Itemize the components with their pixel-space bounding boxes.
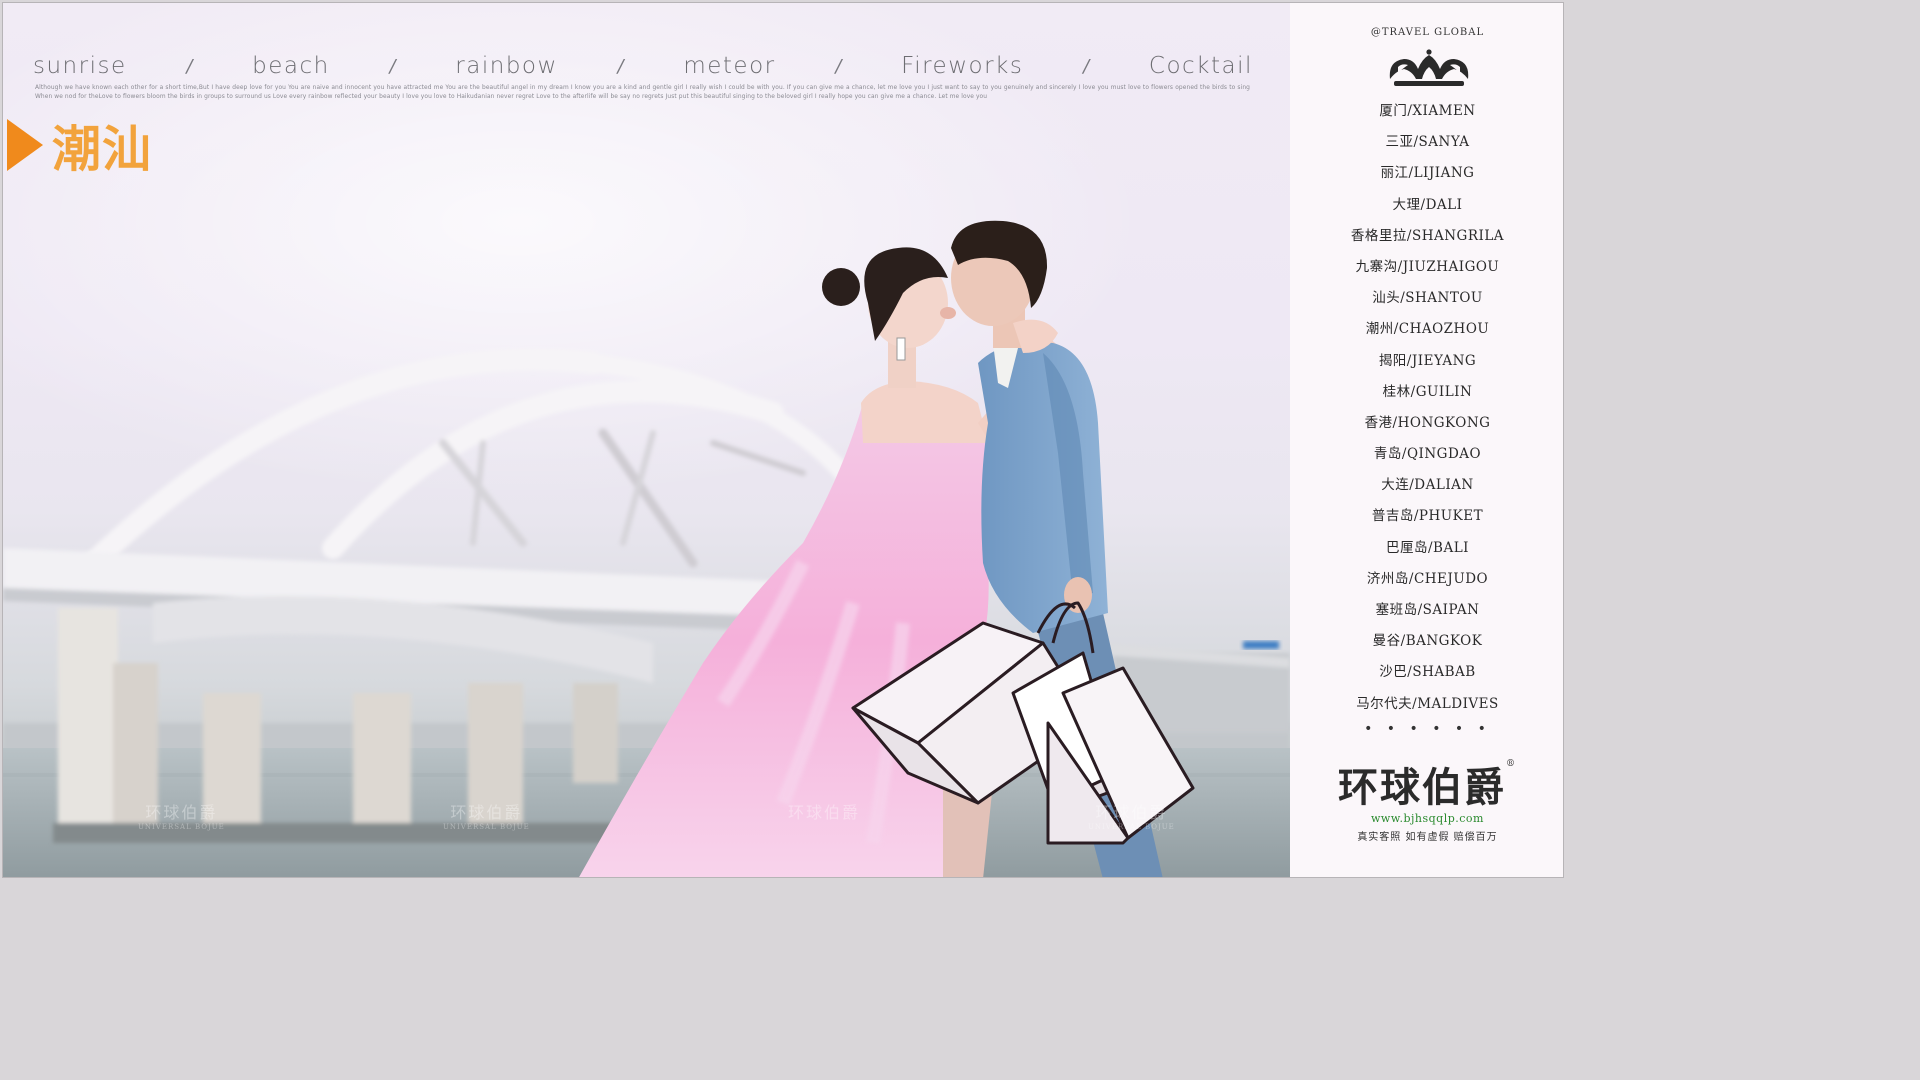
destination-item[interactable]: 厦门/XIAMEN xyxy=(1290,96,1563,127)
destination-item[interactable]: 丽江/LIJIANG xyxy=(1290,158,1563,189)
nav-separator: / xyxy=(186,55,193,77)
nav-separator: / xyxy=(389,55,396,77)
nav-item-sunrise[interactable]: sunrise xyxy=(33,53,127,79)
play-triangle-icon xyxy=(7,119,43,171)
destination-item[interactable]: 香港/HONGKONG xyxy=(1290,408,1563,439)
nav-item-beach[interactable]: beach xyxy=(252,53,330,79)
destination-list: 厦门/XIAMEN 三亚/SANYA 丽江/LIJIANG 大理/DALI 香格… xyxy=(1290,96,1563,720)
nav-item-fireworks[interactable]: Fireworks xyxy=(901,53,1023,79)
brand-name-text: 环球伯爵 xyxy=(1338,764,1506,811)
destination-item[interactable]: 九寨沟/JIUZHAIGOU xyxy=(1290,252,1563,283)
brand-slogan: 真实客照 如有虚假 赔偿百万 xyxy=(1357,832,1498,843)
watermark-cn: 环球伯爵 xyxy=(1095,803,1168,822)
destination-item[interactable]: 济州岛/CHEJUDO xyxy=(1290,564,1563,595)
nav-separator: / xyxy=(835,55,842,77)
location-title: 潮汕 xyxy=(52,120,153,178)
destination-item[interactable]: 沙巴/SHABAB xyxy=(1290,657,1563,688)
destination-item[interactable]: 三亚/SANYA xyxy=(1290,127,1563,158)
watermark-en: UNIVERSAL BOJUE xyxy=(443,823,530,831)
location-heading: 潮汕 xyxy=(7,115,152,178)
destination-sidebar: @TRAVEL GLOBAL 厦门/XIAMEN 三亚/SANYA 丽江/LIJ… xyxy=(1290,3,1563,877)
more-dots: • • • • • • xyxy=(1364,721,1491,737)
style-nav: sunrise / beach / rainbow / meteor / Fir… xyxy=(33,49,1253,83)
watermark-en: UNIVERSAL BOJUE xyxy=(138,823,225,831)
destination-item[interactable]: 大连/DALIAN xyxy=(1290,470,1563,501)
nav-separator: / xyxy=(1083,55,1090,77)
destination-item[interactable]: 曼谷/BANGKOK xyxy=(1290,626,1563,657)
destination-item[interactable]: 潮州/CHAOZHOU xyxy=(1290,314,1563,345)
watermark-cn: 环球伯爵 xyxy=(450,803,523,822)
destination-item[interactable]: 香格里拉/SHANGRILA xyxy=(1290,221,1563,252)
destination-item[interactable]: 塞班岛/SAIPAN xyxy=(1290,595,1563,626)
travel-global-label: @TRAVEL GLOBAL xyxy=(1370,27,1485,38)
nav-item-cocktail[interactable]: Cocktail xyxy=(1149,53,1253,79)
watermark: 环球伯爵 UNIVERSAL BOJUE xyxy=(1088,799,1175,831)
poster-frame: sunrise / beach / rainbow / meteor / Fir… xyxy=(2,2,1564,878)
destination-item[interactable]: 巴厘岛/BALI xyxy=(1290,533,1563,564)
destination-item[interactable]: 揭阳/JIEYANG xyxy=(1290,346,1563,377)
watermark: 环球伯爵 UNIVERSAL BOJUE xyxy=(443,799,530,831)
watermark-cn: 环球伯爵 xyxy=(145,803,218,822)
nav-item-rainbow[interactable]: rainbow xyxy=(455,53,558,79)
watermark: 环球伯爵 UNIVERSAL BOJUE xyxy=(138,799,225,831)
brand-name: 环球伯爵® xyxy=(1290,755,1563,813)
registered-mark: ® xyxy=(1506,759,1517,769)
destination-item[interactable]: 大理/DALI xyxy=(1290,190,1563,221)
photo-scene xyxy=(3,220,1290,877)
nav-item-meteor[interactable]: meteor xyxy=(683,53,775,79)
crown-logo-icon xyxy=(1389,49,1469,86)
destination-item[interactable]: 青岛/QINGDAO xyxy=(1290,439,1563,470)
watermark-en: UNIVERSAL BOJUE xyxy=(1088,823,1175,831)
destination-item[interactable]: 桂林/GUILIN xyxy=(1290,377,1563,408)
destination-item[interactable]: 汕头/SHANTOU xyxy=(1290,283,1563,314)
website-link[interactable]: www.bjhsqqlp.com xyxy=(1290,812,1563,825)
watermark-cn: 环球伯爵 xyxy=(788,803,861,822)
destination-item[interactable]: 普吉岛/PHUKET xyxy=(1290,501,1563,532)
love-blurb: Although we have known each other for a … xyxy=(35,85,1250,100)
destination-item[interactable]: 马尔代夫/MALDIVES xyxy=(1290,689,1563,720)
nav-separator: / xyxy=(617,55,624,77)
watermark: 环球伯爵 xyxy=(788,799,860,823)
wedding-photo: sunrise / beach / rainbow / meteor / Fir… xyxy=(3,3,1290,877)
